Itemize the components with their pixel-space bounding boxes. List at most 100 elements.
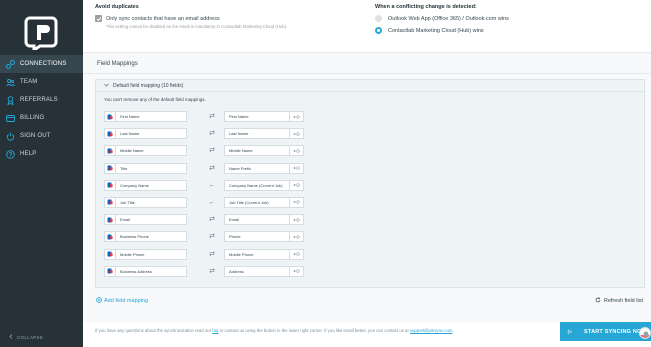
outlook-field[interactable]: Job Title xyxy=(104,196,187,208)
contactlab-field[interactable]: Last Name xyxy=(224,128,304,140)
outlook-field-label: First Name xyxy=(120,114,140,119)
contactlab-icon xyxy=(289,180,303,190)
sync-direction-both-icon[interactable]: ⇄ xyxy=(205,216,219,224)
sync-settings: Avoid duplicates Only sync contacts that… xyxy=(95,4,645,42)
outlook-field[interactable]: Email xyxy=(104,214,187,226)
outlook-field-label: Middle Name xyxy=(120,148,144,154)
sidebar-item-team[interactable]: TEAM xyxy=(0,73,83,91)
outlook-field-label: Title xyxy=(120,165,128,171)
contactlab-icon xyxy=(289,249,303,259)
contactlab-field[interactable]: Mobile Phone xyxy=(224,248,304,260)
mapping-row: Title ⇄ Name Prefix xyxy=(104,161,424,178)
start-syncing-button[interactable]: ▷ START SYNCING NOW! xyxy=(560,322,651,341)
contactlab-icon xyxy=(289,146,303,156)
sidebar-item-billing[interactable]: BILLING xyxy=(0,109,83,127)
contactlab-icon xyxy=(289,112,303,121)
sidebar-item-label: HELP xyxy=(20,151,37,157)
sync-direction-both-icon[interactable]: ⇄ xyxy=(205,130,219,138)
outlook-field-label: Email xyxy=(120,217,131,223)
sidebar: CONNECTIONS TEAM REFERRALS BILLING SIGN … xyxy=(0,0,83,347)
contactlab-field-label: Job Title (Current Job) xyxy=(229,199,269,205)
outlook-field-label: Mobile Phone xyxy=(120,251,145,257)
contactlab-icon xyxy=(289,129,303,139)
field-mappings-title: Field Mappings xyxy=(97,61,138,67)
contactlab-field[interactable]: Middle Name xyxy=(224,145,304,157)
contactlab-icon xyxy=(289,197,303,207)
conflict-section: When a conflicting change is detected: O… xyxy=(375,4,625,34)
footer-text: . xyxy=(452,328,454,333)
contactlab-field-label: Company Name (Current Job) xyxy=(229,182,283,188)
sync-direction-both-icon[interactable]: ⇄ xyxy=(205,251,219,259)
contactlab-field[interactable]: Address xyxy=(224,265,304,277)
power-icon xyxy=(6,132,15,141)
email-only-checkbox[interactable] xyxy=(95,15,102,22)
sync-direction-both-icon[interactable]: ⇄ xyxy=(205,268,219,276)
email-only-checkbox-row[interactable]: Only sync contacts that have an email ad… xyxy=(95,15,365,22)
outlook-field[interactable]: Title xyxy=(104,162,187,174)
contactlab-field[interactable]: First Name xyxy=(224,111,304,122)
contactlab-field[interactable]: Email xyxy=(224,214,304,226)
sidebar-item-label: TEAM xyxy=(20,79,38,85)
footer-text: or contact us using the button in the lo… xyxy=(218,328,410,333)
sync-direction-left-icon[interactable]: ← xyxy=(205,199,219,207)
outlook-icon xyxy=(105,197,116,207)
sidebar-item-sign-out[interactable]: SIGN OUT xyxy=(0,127,83,145)
sync-direction-both-icon[interactable]: ⇄ xyxy=(205,147,219,155)
sync-direction-both-icon[interactable]: ⇄ xyxy=(205,113,219,121)
sync-direction-both-icon[interactable]: ⇄ xyxy=(205,165,219,173)
outlook-field[interactable]: Business Phone xyxy=(104,231,187,243)
contactlab-field-label: Name Prefix xyxy=(229,165,252,171)
contactlab-icon xyxy=(289,163,303,173)
refresh-field-list-label: Refresh field list xyxy=(603,298,643,304)
referrals-icon xyxy=(6,95,15,105)
contactlab-wins-radio[interactable] xyxy=(375,27,382,34)
sidebar-item-help[interactable]: HELP xyxy=(0,145,83,163)
outlook-icon xyxy=(105,215,116,225)
chevron-left-icon xyxy=(9,334,13,340)
outlook-field[interactable]: Business Address xyxy=(104,265,187,277)
outlook-field[interactable]: Last Name xyxy=(104,128,187,140)
conflict-option-contactlab[interactable]: Contactlab Marketing Cloud (Hub) wins xyxy=(375,27,625,34)
contactlab-field[interactable]: Job Title (Current Job) xyxy=(224,196,304,208)
conflict-option-outlook[interactable]: Outlook Web App (Office 365) / Outlook.c… xyxy=(375,15,625,22)
sidebar-item-label: SIGN OUT xyxy=(20,133,51,139)
default-mapping-panel: Default field mapping (10 fields) You ca… xyxy=(95,79,645,288)
app-logo[interactable] xyxy=(24,14,58,53)
contactlab-field[interactable]: Phone xyxy=(224,231,304,243)
contactlab-field[interactable]: Company Name (Current Job) xyxy=(224,179,304,191)
contactlab-icon xyxy=(289,232,303,242)
sync-direction-both-icon[interactable]: ⇄ xyxy=(205,233,219,241)
contactlab-field-label: First Name xyxy=(229,114,249,119)
conflict-option-label: Outlook Web App (Office 365) / Outlook.c… xyxy=(388,15,509,22)
support-chat-avatar[interactable] xyxy=(639,327,651,339)
support-email-link[interactable]: support@piesync.com xyxy=(410,328,453,333)
contactlab-field[interactable]: Name Prefix xyxy=(224,162,304,174)
collapse-button[interactable]: COLLAPSE xyxy=(9,334,43,340)
team-icon xyxy=(6,78,15,87)
footer-text: If you have any questions about the sync… xyxy=(95,328,213,333)
outlook-field-label: Job Title xyxy=(120,199,135,205)
chevron-down-icon xyxy=(104,83,109,89)
divider xyxy=(83,73,651,74)
sidebar-item-connections[interactable]: CONNECTIONS xyxy=(0,55,83,73)
add-field-mapping-button[interactable]: Add field mapping xyxy=(96,297,148,305)
sidebar-item-referrals[interactable]: REFERRALS xyxy=(0,91,83,109)
mapping-row: Business Phone ⇄ Phone xyxy=(104,229,424,246)
sync-direction-left-icon[interactable]: ← xyxy=(205,182,219,190)
mapping-row: Company Name ← Company Name (Current Job) xyxy=(104,178,424,195)
sidebar-item-label: REFERRALS xyxy=(20,97,58,103)
outlook-field[interactable]: Company Name xyxy=(104,179,187,191)
sidebar-nav: CONNECTIONS TEAM REFERRALS BILLING SIGN … xyxy=(0,55,83,163)
conflict-title: When a conflicting change is detected: xyxy=(375,4,477,10)
mapping-rows: First Name ⇄ First Name Last Name ⇄ Last Name… xyxy=(104,109,424,281)
conflict-option-label: Contactlab Marketing Cloud (Hub) wins xyxy=(388,27,484,34)
outlook-field[interactable]: First Name xyxy=(104,111,187,122)
avoid-duplicates-title: Avoid duplicates xyxy=(95,4,139,10)
outlook-field[interactable]: Mobile Phone xyxy=(104,248,187,260)
mapping-row: Last Name ⇄ Last Name xyxy=(104,126,424,143)
sidebar-item-label: BILLING xyxy=(20,115,45,121)
refresh-field-list-button[interactable]: Refresh field list xyxy=(595,297,643,305)
default-mapping-header[interactable]: Default field mapping (10 fields) xyxy=(96,80,644,92)
outlook-wins-radio[interactable] xyxy=(375,15,382,22)
outlook-field[interactable]: Middle Name xyxy=(104,145,187,157)
